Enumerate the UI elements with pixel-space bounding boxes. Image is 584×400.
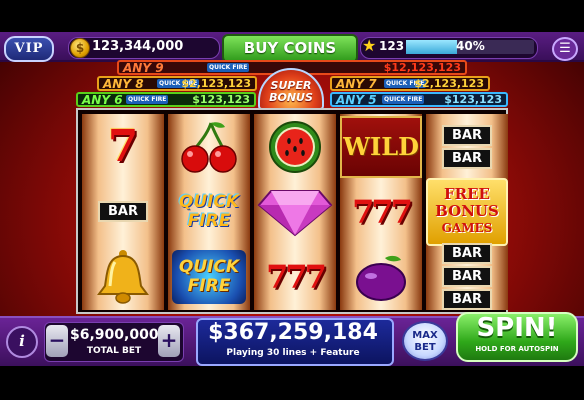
star-icon: ★ <box>362 36 377 55</box>
jackpot-label: ANY 6 <box>82 93 123 107</box>
autospin-hint: HOLD FOR AUTOSPIN <box>475 345 559 353</box>
vip-button[interactable]: VIP <box>4 36 54 62</box>
seven-icon: 7 <box>107 121 139 172</box>
bottom-letterbox <box>0 366 584 400</box>
double-bar-icon: BAR BAR <box>442 124 492 169</box>
symbol-watermelon <box>254 114 336 179</box>
triple-bar-icon: BAR BAR BAR <box>442 243 492 310</box>
jackpot-amount: $12,123,123 <box>383 61 461 74</box>
symbol-diamond <box>254 179 336 244</box>
quick-fire-badge: QUICK FIRE <box>207 63 250 72</box>
quick-fire-tile-icon: QUICK FIRE <box>172 249 246 304</box>
reel-grid: 7 BAR QUICK FIRE QUICK FIRE 777 WILD 777… <box>76 108 508 314</box>
level-progress-fill <box>406 40 458 54</box>
diamond-icon <box>257 189 333 236</box>
reel-5: BAR BAR FREE BONUS GAMES BAR BAR BAR <box>426 114 508 310</box>
quick-fire-badge: QUICK FIRE <box>382 95 425 104</box>
level-progress-percent: 40% <box>456 39 485 53</box>
quick-fire-icon: QUICK FIRE <box>178 191 240 231</box>
reel-3: 777 <box>254 114 336 310</box>
spin-label[interactable]: SPIN! <box>456 313 578 343</box>
symbol-quick-fire: QUICK FIRE <box>168 179 250 244</box>
jackpot-amount: $2,123,123 <box>414 77 484 90</box>
jackpot-amount: $123,123 <box>444 93 502 106</box>
jackpot-label: ANY 7 <box>336 77 377 91</box>
reel-4: WILD 777 <box>340 114 422 310</box>
reel-1: 7 BAR <box>82 114 164 310</box>
total-bet-label: TOTAL BET <box>86 346 142 356</box>
decrease-bet-button[interactable]: − <box>46 325 68 357</box>
jackpot-label: ANY 5 <box>336 93 377 107</box>
symbol-free-bonus-games: FREE BONUS GAMES <box>426 177 508 246</box>
jackpot-amount: $123,123 <box>192 93 250 106</box>
total-bet-amount: $6,900,000 <box>70 327 159 343</box>
triple-seven-icon: 777 <box>352 192 413 231</box>
lines-info: Playing 30 lines + Feature <box>226 348 360 358</box>
bar-icon: BAR <box>98 201 148 222</box>
symbol-cherries <box>168 114 250 179</box>
symbol-bar: BAR <box>82 179 164 244</box>
increase-bet-button[interactable]: + <box>158 325 180 357</box>
jackpot-label: ANY 9 <box>123 61 164 75</box>
symbol-seven: 7 <box>82 114 164 179</box>
info-button[interactable]: i <box>6 326 38 358</box>
bell-icon <box>97 249 149 304</box>
symbol-triple-bar: BAR BAR BAR <box>426 243 508 310</box>
symbol-triple-seven: 777 <box>254 244 336 309</box>
plum-icon <box>356 255 406 301</box>
jackpot-any6: ANY 6 QUICK FIRE $123,123 <box>76 92 256 107</box>
menu-icon[interactable]: ☰ <box>552 37 578 61</box>
coin-balance: 123,344,000 <box>92 39 184 54</box>
reel-2: QUICK FIRE QUICK FIRE <box>168 114 250 310</box>
max-bet-button[interactable]: MAX BET <box>402 321 448 361</box>
free-bonus-games-icon: FREE BONUS GAMES <box>426 177 508 246</box>
symbol-wild: WILD <box>340 114 422 179</box>
jackpot-label: ANY 8 <box>103 77 144 91</box>
triple-seven-icon: 777 <box>266 257 327 296</box>
top-letterbox <box>0 0 584 32</box>
buy-coins-button[interactable]: BUY COINS <box>222 34 358 63</box>
coin-icon: $ <box>70 38 90 58</box>
win-amount: $367,259,184 <box>208 320 378 345</box>
symbol-quick-fire-tile: QUICK FIRE <box>168 244 250 309</box>
max-bet-line1: MAX <box>412 330 438 341</box>
player-level: 123 <box>379 39 405 53</box>
symbol-triple-seven: 777 <box>340 179 422 244</box>
wild-icon: WILD <box>340 115 422 178</box>
symbol-double-bar: BAR BAR <box>426 114 508 179</box>
jackpot-any8: ANY 8 QUICK FIRE $2,123,123 <box>97 76 257 91</box>
jackpot-any7: ANY 7 QUICK FIRE $2,123,123 <box>330 76 490 91</box>
symbol-plum <box>340 244 422 309</box>
cherries-icon <box>181 121 237 173</box>
quick-fire-badge: QUICK FIRE <box>126 95 169 104</box>
symbol-bell <box>82 244 164 309</box>
jackpot-any5: ANY 5 QUICK FIRE $123,123 <box>330 92 508 107</box>
jackpot-amount: $2,123,123 <box>181 77 251 90</box>
super-bonus-line2: BONUS <box>269 91 313 104</box>
max-bet-line2: BET <box>414 342 436 353</box>
watermelon-icon <box>269 120 321 173</box>
